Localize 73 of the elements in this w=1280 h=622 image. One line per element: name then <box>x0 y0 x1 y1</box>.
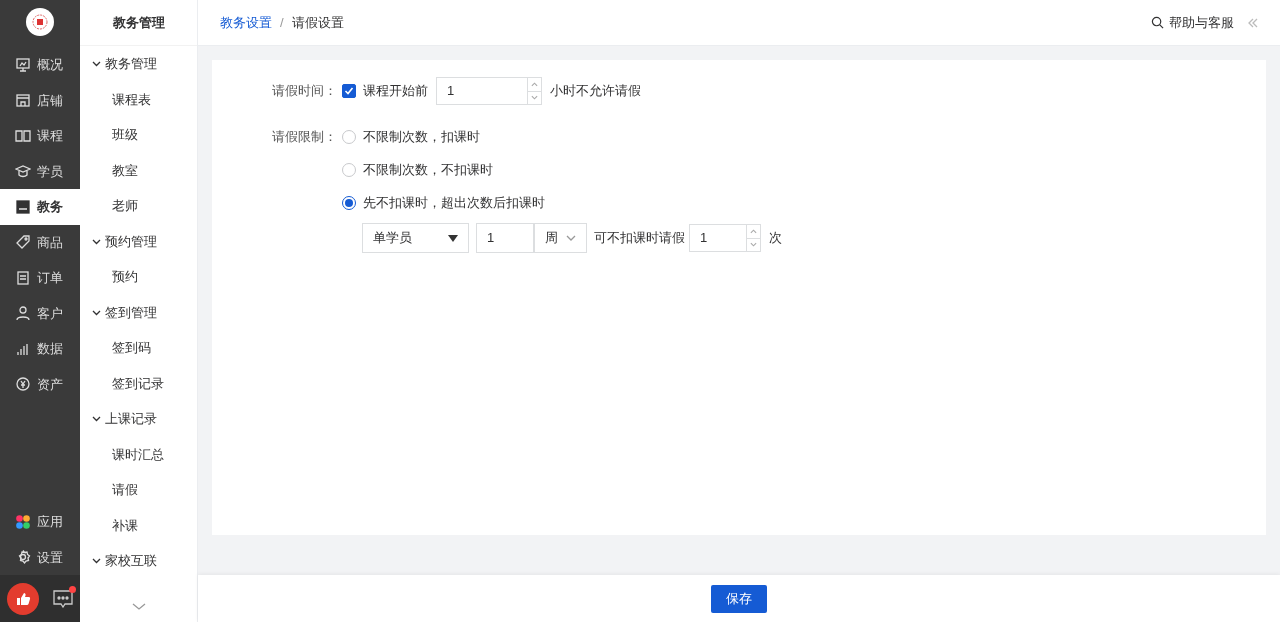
chevron-down-icon <box>92 414 101 424</box>
menu-item[interactable]: 班级 <box>80 117 197 153</box>
menu-group[interactable]: 签到管理 <box>80 294 197 330</box>
caret-up-icon <box>750 228 757 234</box>
chevron-down-icon <box>131 603 146 612</box>
menu-item[interactable]: 教室 <box>80 152 197 188</box>
menu-group[interactable]: 家校互联 <box>80 543 197 579</box>
nav-item[interactable]: 商品 <box>0 224 80 260</box>
caret-down-icon <box>448 234 458 242</box>
menu-group[interactable]: 上课记录 <box>80 401 197 437</box>
store-icon <box>15 92 31 109</box>
menu-item[interactable]: 补课 <box>80 507 197 543</box>
thumbs-up-icon <box>15 590 31 607</box>
nav-item[interactable]: 概况 <box>0 47 80 83</box>
checkbox-label: 课程开始前 <box>363 82 428 101</box>
yen-icon <box>15 376 31 393</box>
graduation-cap-icon <box>15 163 31 180</box>
caret-down-icon <box>531 95 538 101</box>
radio-label: 不限制次数，不扣课时 <box>363 161 493 180</box>
tag-icon <box>15 234 31 251</box>
field-label: 请假时间： <box>272 82 338 101</box>
number-field[interactable]: 1 <box>436 77 542 105</box>
nav-item[interactable]: 学员 <box>0 153 80 189</box>
menu-item[interactable]: 老师 <box>80 188 197 224</box>
breadcrumb-current: 请假设置 <box>291 13 344 32</box>
nav-item[interactable]: 店铺 <box>0 82 80 118</box>
chevron-down-icon <box>92 59 101 69</box>
dropdown[interactable]: 周 <box>534 223 587 253</box>
menu-item[interactable]: 预约 <box>80 259 197 295</box>
radio-label: 不限制次数，扣课时 <box>363 128 480 147</box>
help-link[interactable]: 帮助与客服 <box>1151 12 1234 33</box>
menu-item[interactable]: 请假 <box>80 472 197 508</box>
menu-item[interactable]: 课程表 <box>80 81 197 117</box>
chat-icon[interactable] <box>53 590 73 609</box>
breadcrumb-separator: / <box>280 13 284 32</box>
dropdown[interactable]: 单学员 <box>362 223 469 253</box>
apps-icon <box>15 513 31 530</box>
inline-text: 可不扣课时请假 <box>594 229 685 248</box>
logo <box>26 8 54 36</box>
chevron-down-icon <box>566 235 576 241</box>
open-book-icon <box>15 127 31 144</box>
unit-text: 次 <box>769 229 782 248</box>
menu-group[interactable]: 教务管理 <box>80 46 197 82</box>
menu-group[interactable]: 预约管理 <box>80 223 197 259</box>
nav-item[interactable]: 数据 <box>0 331 80 367</box>
chevron-down-icon <box>92 556 101 566</box>
menu-item[interactable]: 课时汇总 <box>80 436 197 472</box>
nav-item[interactable]: 应用 <box>0 504 80 540</box>
notebook-icon <box>15 198 31 215</box>
unit-text: 小时不允许请假 <box>550 82 641 101</box>
person-icon <box>15 305 31 322</box>
nav-item[interactable]: 客户 <box>0 295 80 331</box>
radio-label: 先不扣课时，超出次数后扣课时 <box>363 194 545 213</box>
menu-item[interactable]: 签到记录 <box>80 365 197 401</box>
save-button[interactable]: 保存 <box>711 584 767 613</box>
menu-item[interactable]: 签到码 <box>80 330 197 366</box>
breadcrumb-link[interactable]: 教务设置 <box>220 12 272 33</box>
nav-item[interactable]: 资产 <box>0 366 80 402</box>
nav-item[interactable]: 课程 <box>0 118 80 154</box>
caret-down-icon <box>750 242 757 248</box>
checkbox[interactable] <box>342 84 356 98</box>
document-icon <box>15 269 31 286</box>
nav-item[interactable]: 订单 <box>0 260 80 296</box>
field-label: 请假限制： <box>272 128 338 146</box>
caret-up-icon <box>531 81 538 87</box>
search-icon <box>1151 16 1164 29</box>
thumbs-up-button[interactable] <box>7 582 39 615</box>
chart-board-icon <box>15 56 31 73</box>
number-field[interactable]: 1 <box>476 223 534 253</box>
nav-item[interactable]: 教务 <box>0 189 80 225</box>
number-field[interactable]: 1 <box>689 224 761 252</box>
submenu-title: 教务管理 <box>80 0 197 46</box>
nav-item[interactable]: 设置 <box>0 539 80 575</box>
